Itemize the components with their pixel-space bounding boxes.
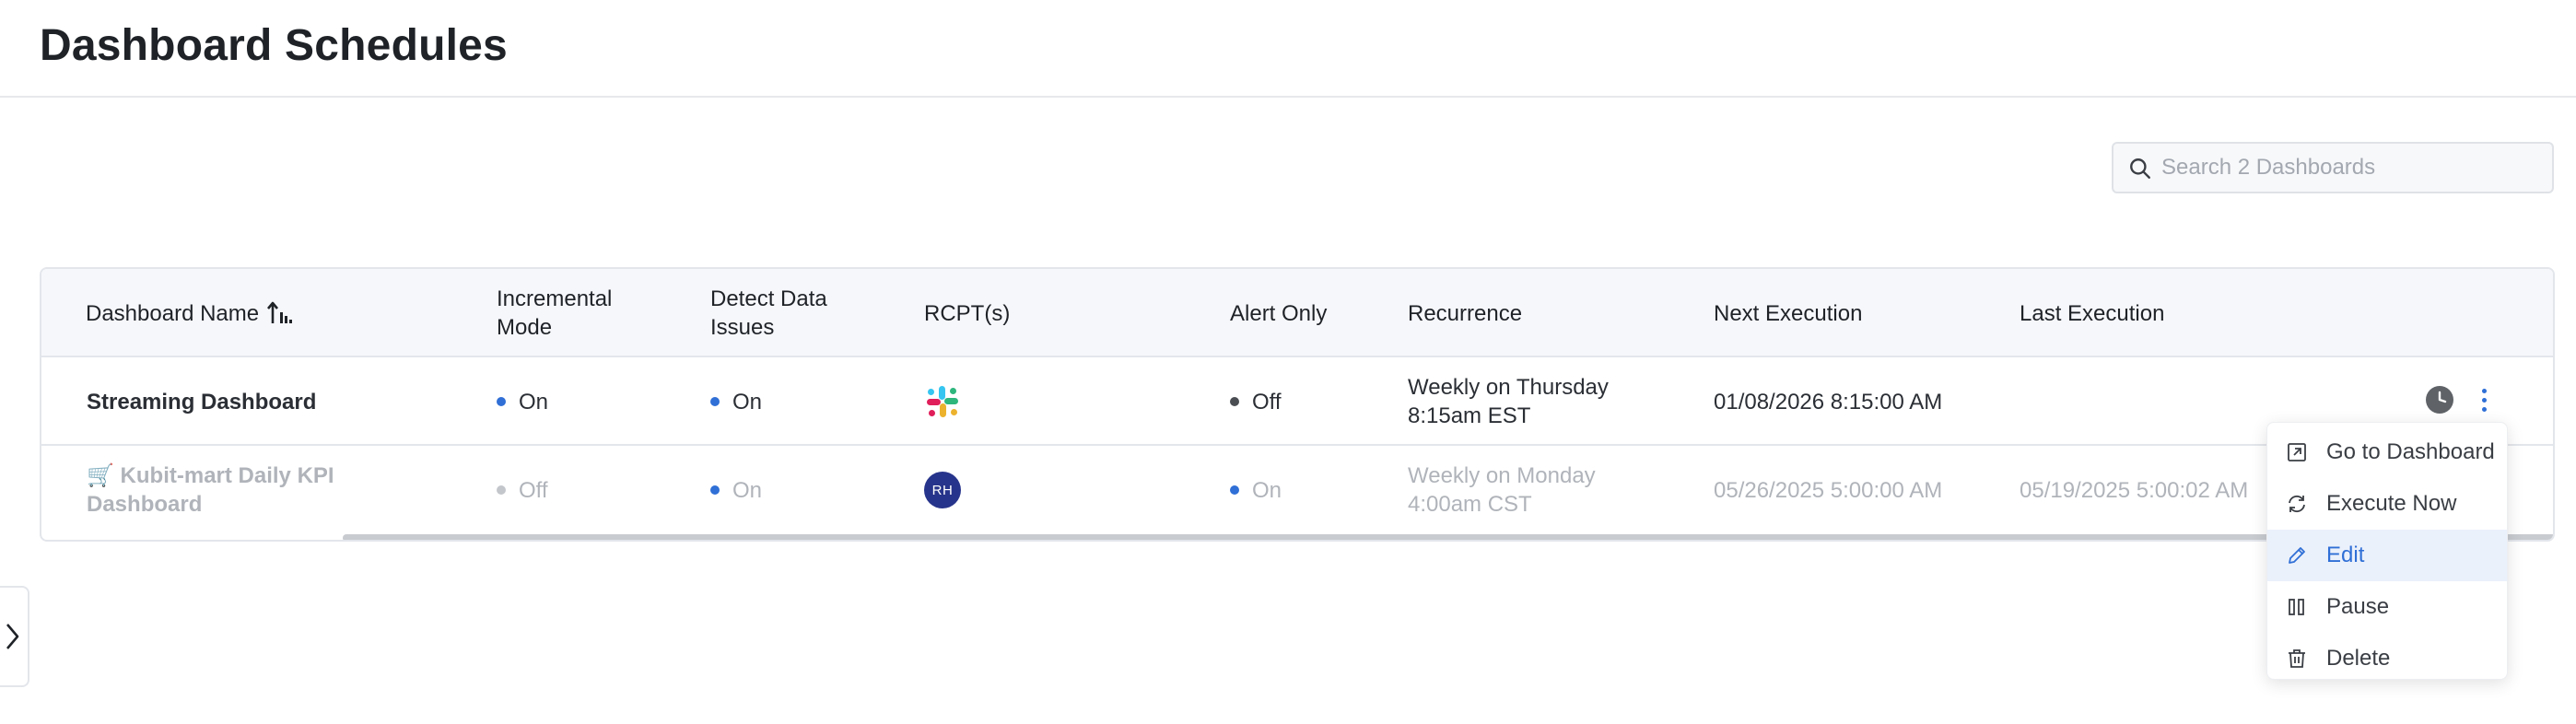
- recipients: [924, 357, 961, 446]
- status-dot: [1230, 397, 1239, 406]
- search-box[interactable]: [2112, 142, 2554, 193]
- pause-icon: [2289, 599, 2304, 615]
- page-title: Dashboard Schedules: [40, 21, 508, 70]
- page-header: Dashboard Schedules: [0, 0, 2576, 98]
- avatar: RH: [924, 472, 961, 508]
- refresh-icon: [2289, 495, 2305, 513]
- alert-only-status: Off: [1230, 357, 1282, 446]
- alert-only-status: On: [1230, 446, 1282, 534]
- status-dot: [1230, 485, 1239, 495]
- detect-data-issues-status: On: [710, 446, 762, 534]
- search-input[interactable]: [2161, 144, 2539, 192]
- recurrence: Weekly on Monday 4:00am CST: [1408, 463, 1596, 517]
- column-header-incremental-mode: Incremental Mode: [497, 286, 613, 340]
- column-header-last-execution: Last Execution: [2020, 300, 2165, 326]
- clock-icon[interactable]: [2425, 385, 2454, 415]
- recurrence: Weekly on Thursday 8:15am EST: [1408, 375, 1609, 428]
- status-dot: [497, 485, 506, 495]
- menu-item-edit[interactable]: Edit: [2267, 530, 2507, 581]
- external-link-icon: [2288, 443, 2306, 461]
- last-execution: 05/19/2025 5:00:02 AM: [2020, 477, 2249, 503]
- column-header-detect-data-issues: Detect Data Issues: [710, 286, 827, 340]
- table-row[interactable]: Streaming Dashboard On On Off Weekly on …: [41, 357, 2553, 446]
- status-dot: [710, 397, 720, 406]
- column-header-alert-only: Alert Only: [1230, 300, 1328, 326]
- next-execution: 05/26/2025 5:00:00 AM: [1714, 477, 1943, 503]
- schedules-table: Dashboard Name Incremental Mode Detect Da…: [40, 267, 2555, 542]
- menu-item-delete[interactable]: Delete: [2267, 633, 2507, 684]
- table-row[interactable]: 🛒 Kubit-mart Daily KPI Dashboard Off On R…: [41, 446, 2553, 534]
- column-header-rcpts: RCPT(s): [924, 300, 1011, 326]
- slack-icon: [927, 386, 958, 417]
- sort-ascending-icon[interactable]: [266, 299, 294, 327]
- sidebar-expand-button[interactable]: [0, 586, 29, 687]
- row-actions-menu: Go to Dashboard Execute Now Edit Pause D…: [2266, 422, 2508, 680]
- chevron-right-icon: [6, 624, 19, 649]
- detect-data-issues-status: On: [710, 357, 762, 446]
- incremental-mode-status: Off: [497, 446, 548, 534]
- column-header-next-execution: Next Execution: [1714, 300, 1863, 326]
- dashboard-name: Streaming Dashboard: [87, 389, 317, 415]
- menu-item-execute-now[interactable]: Execute Now: [2267, 478, 2507, 530]
- pencil-icon: [2289, 547, 2305, 564]
- table-header: Dashboard Name Incremental Mode Detect Da…: [41, 269, 2553, 357]
- menu-item-go-to-dashboard[interactable]: Go to Dashboard: [2267, 426, 2507, 478]
- trash-icon: [2289, 649, 2305, 668]
- column-header-recurrence: Recurrence: [1408, 300, 1523, 326]
- status-dot: [497, 397, 506, 406]
- search-icon: [2130, 158, 2150, 179]
- incremental-mode-status: On: [497, 357, 548, 446]
- menu-item-pause[interactable]: Pause: [2267, 581, 2507, 633]
- next-execution: 01/08/2026 8:15:00 AM: [1714, 389, 1943, 415]
- recipients: RH: [924, 446, 961, 534]
- dashboard-name: 🛒 Kubit-mart Daily KPI Dashboard: [87, 463, 334, 517]
- horizontal-scrollbar[interactable]: [343, 534, 2553, 540]
- status-dot: [710, 485, 720, 495]
- more-options-button[interactable]: [2473, 380, 2495, 420]
- column-header-dashboard-name[interactable]: Dashboard Name: [86, 269, 294, 357]
